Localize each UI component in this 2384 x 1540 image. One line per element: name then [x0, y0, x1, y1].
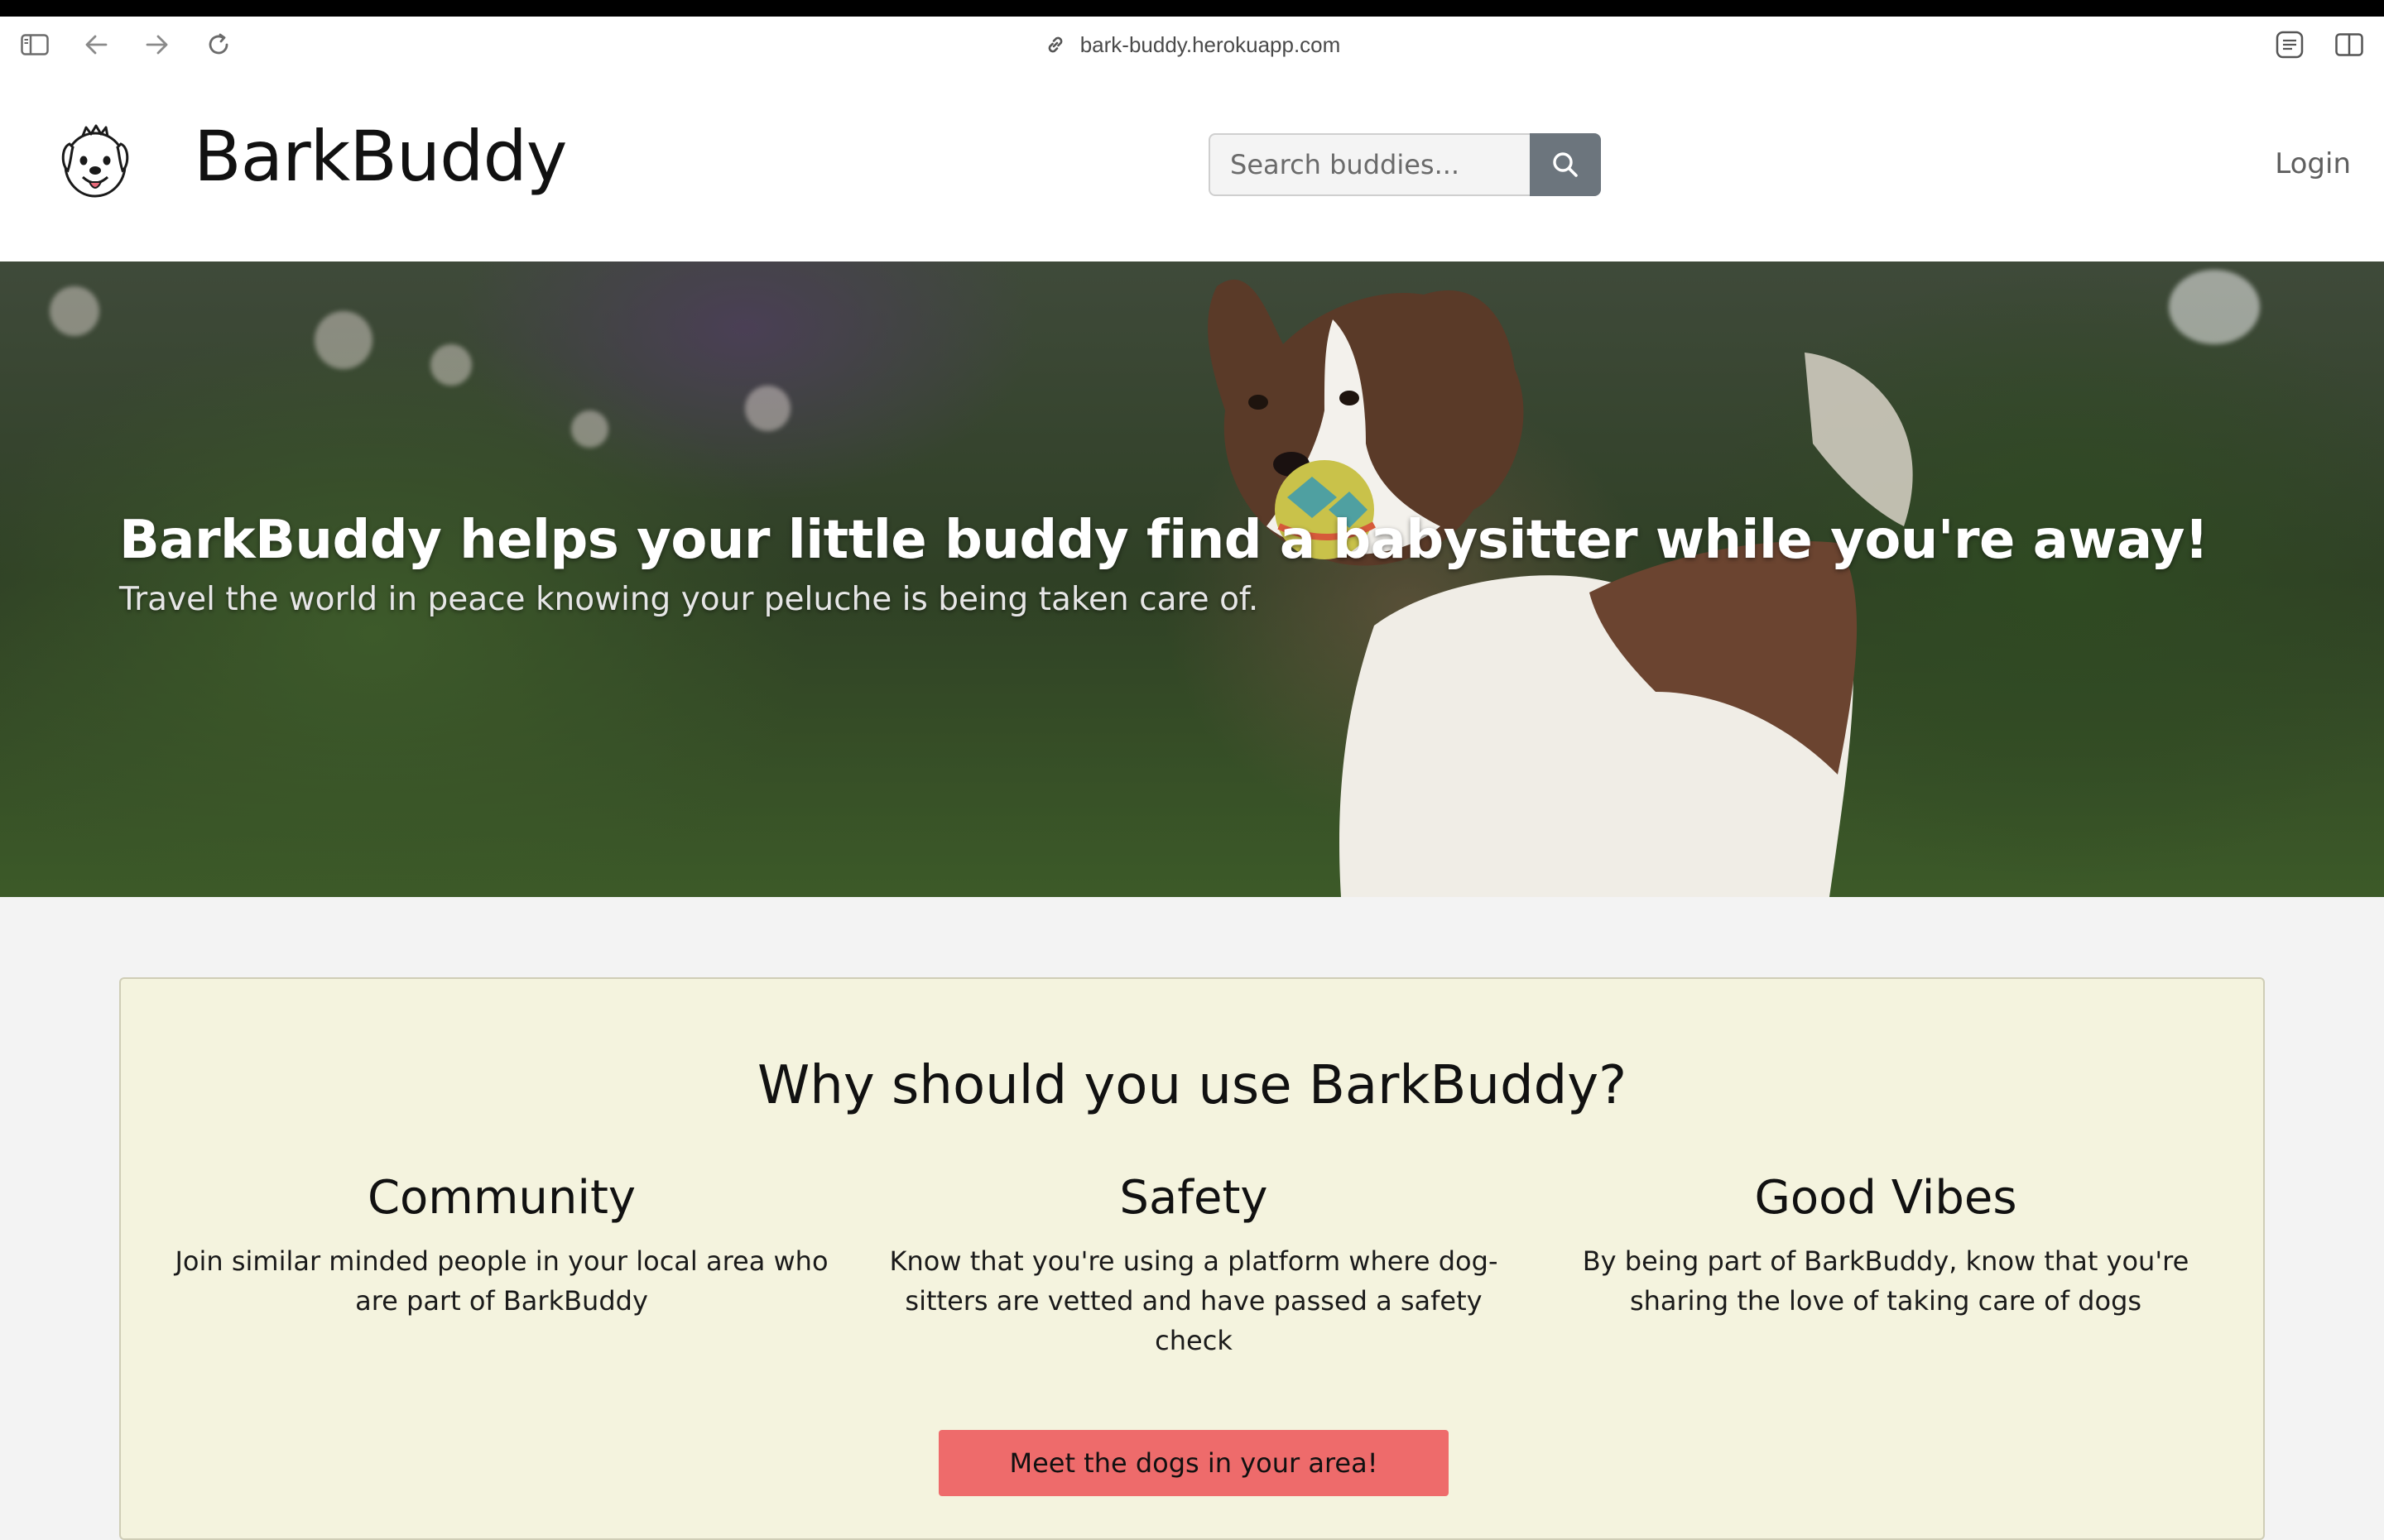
- feature-title: Good Vibes: [1754, 1171, 2017, 1225]
- hero-banner: BarkBuddy helps your little buddy find a…: [0, 261, 2384, 897]
- feature-text: By being part of BarkBuddy, know that yo…: [1582, 1245, 2189, 1317]
- hero-bokeh: [571, 410, 608, 448]
- search-form: [1209, 133, 1601, 196]
- feature-safety: Safety Know that you're using a platform…: [863, 1171, 1525, 1360]
- address-bar[interactable]: bark-buddy.herokuapp.com: [0, 28, 2384, 61]
- features-row: Community Join similar minded people in …: [171, 1171, 2217, 1360]
- hero-bokeh: [50, 286, 99, 336]
- split-view-icon[interactable]: [2333, 28, 2366, 61]
- login-link[interactable]: Login: [2275, 147, 2351, 180]
- why-title: Why should you use BarkBuddy?: [757, 1055, 1627, 1116]
- hero-subtitle: Travel the world in peace knowing your p…: [119, 581, 1259, 618]
- reader-icon[interactable]: [2273, 28, 2306, 61]
- feature-title: Community: [367, 1171, 637, 1225]
- brand-title[interactable]: BarkBuddy: [194, 116, 567, 197]
- hero-bokeh: [430, 344, 472, 386]
- feature-text: Join similar minded people in your local…: [175, 1245, 829, 1317]
- feature-title: Safety: [1119, 1171, 1268, 1225]
- feature-community: Community Join similar minded people in …: [171, 1171, 833, 1360]
- why-section: Why should you use BarkBuddy? Community …: [119, 977, 2265, 1540]
- site-header: BarkBuddy Login: [0, 71, 2384, 261]
- feature-text: Know that you're using a platform where …: [889, 1245, 1498, 1356]
- hero-bokeh: [2169, 270, 2260, 344]
- feature-good-vibes: Good Vibes By being part of BarkBuddy, k…: [1555, 1171, 2217, 1360]
- search-icon: [1553, 152, 1578, 177]
- search-input[interactable]: [1209, 133, 1530, 196]
- system-menu-bar: [0, 0, 2384, 17]
- hero-title: BarkBuddy helps your little buddy find a…: [119, 510, 2209, 571]
- link-icon: [1048, 36, 1063, 53]
- hero-text: BarkBuddy helps your little buddy find a…: [119, 510, 2271, 618]
- dog-logo-icon[interactable]: [58, 119, 132, 202]
- browser-toolbar: bark-buddy.herokuapp.com: [0, 17, 2384, 71]
- url-text: bark-buddy.herokuapp.com: [1079, 31, 1341, 57]
- meet-dogs-button[interactable]: Meet the dogs in your area!: [939, 1430, 1449, 1496]
- hero-bokeh: [745, 386, 791, 431]
- hero-bokeh: [315, 311, 372, 369]
- search-button[interactable]: [1530, 133, 1601, 196]
